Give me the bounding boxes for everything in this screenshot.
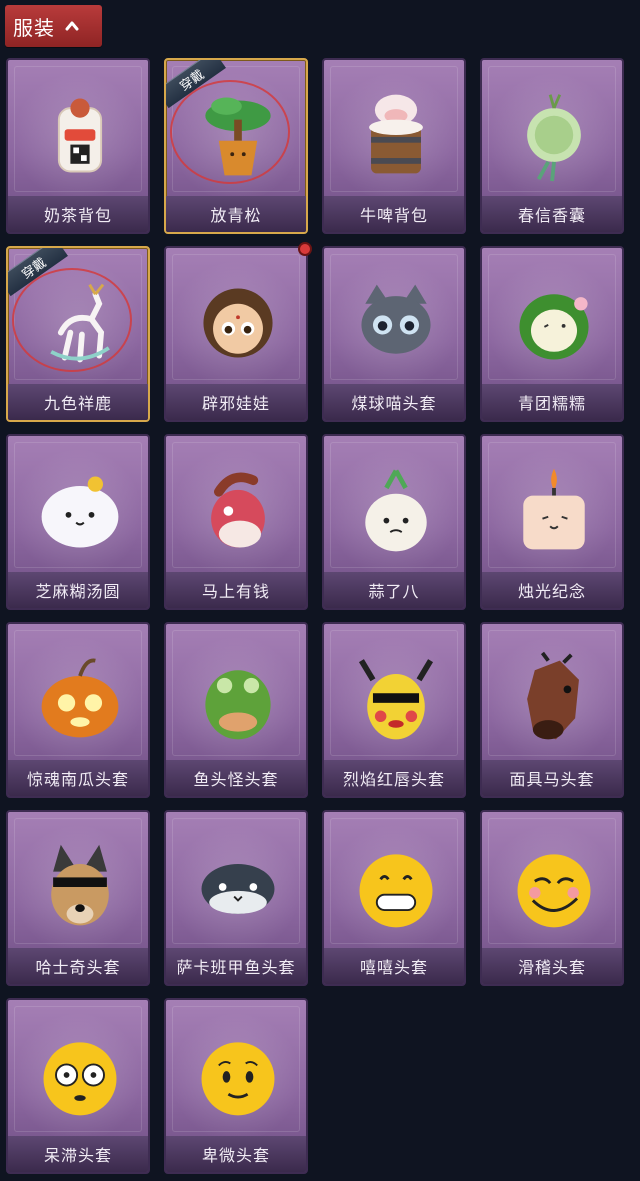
funny-emoji-head-icon: [502, 832, 606, 942]
costume-name: 蒜了八: [368, 582, 420, 601]
costume-card[interactable]: 煤球喵头套: [322, 246, 466, 422]
card-label-band: 蒜了八: [324, 572, 464, 608]
doll-head-icon: [186, 268, 290, 378]
costume-name: 哈士奇头套: [35, 958, 121, 977]
card-label-band: 面具马头套: [482, 760, 622, 796]
costume-name: 烛光纪念: [517, 582, 586, 601]
card-label-band: 嘻嘻头套: [324, 948, 464, 984]
costume-card[interactable]: 春信香囊: [480, 58, 624, 234]
card-label-band: 烈焰红唇头套: [324, 760, 464, 796]
costume-name: 鱼头怪头套: [193, 770, 279, 789]
yellow-mouse-head-icon: [344, 644, 448, 754]
costume-name: 煤球喵头套: [351, 394, 437, 413]
card-label-band: 芝麻糊汤圆: [8, 572, 148, 608]
pine-bonsai-icon: [186, 80, 290, 190]
costume-card[interactable]: 马上有钱: [164, 434, 308, 610]
costume-name: 牛啤背包: [359, 206, 428, 225]
costume-card[interactable]: 奶茶背包: [6, 58, 150, 234]
nine-color-deer-icon: [28, 268, 132, 378]
costume-name: 九色祥鹿: [43, 394, 112, 413]
costume-card[interactable]: 烛光纪念: [480, 434, 624, 610]
red-horse-head-icon: [186, 456, 290, 566]
costume-name: 卑微头套: [201, 1146, 270, 1165]
card-label-band: 煤球喵头套: [324, 384, 464, 420]
costume-card[interactable]: 面具马头套: [480, 622, 624, 798]
costume-name: 惊魂南瓜头套: [26, 770, 129, 789]
grin-emoji-head-icon: [344, 832, 448, 942]
card-label-band: 辟邪娃娃: [166, 384, 306, 420]
candle-head-icon: [502, 456, 606, 566]
card-label-band: 九色祥鹿: [8, 384, 148, 420]
card-label-band: 滑稽头套: [482, 948, 622, 984]
fish-head-icon: [186, 644, 290, 754]
costume-card[interactable]: 嘻嘻头套: [322, 810, 466, 986]
costume-card[interactable]: 烈焰红唇头套: [322, 622, 466, 798]
horse-mask-icon: [502, 644, 606, 754]
pumpkin-head-icon: [28, 644, 132, 754]
costume-card[interactable]: 蒜了八: [322, 434, 466, 610]
costume-name: 奶茶背包: [43, 206, 112, 225]
card-label-band: 卑微头套: [166, 1136, 306, 1172]
costume-name: 芝麻糊汤圆: [35, 582, 121, 601]
costume-card[interactable]: 滑稽头套: [480, 810, 624, 986]
costume-card[interactable]: 穿戴 放青松: [164, 58, 308, 234]
milk-tea-backpack-icon: [28, 80, 132, 190]
costume-card[interactable]: 哈士奇头套: [6, 810, 150, 986]
card-label-band: 牛啤背包: [324, 196, 464, 232]
card-label-band: 哈士奇头套: [8, 948, 148, 984]
cow-beer-backpack-icon: [344, 80, 448, 190]
costume-card[interactable]: 芝麻糊汤圆: [6, 434, 150, 610]
card-label-band: 奶茶背包: [8, 196, 148, 232]
costume-card[interactable]: 青团糯糯: [480, 246, 624, 422]
sesame-dumpling-icon: [28, 456, 132, 566]
card-label-band: 惊魂南瓜头套: [8, 760, 148, 796]
green-rice-ball-icon: [502, 268, 606, 378]
costume-name: 马上有钱: [201, 582, 270, 601]
humble-emoji-head-icon: [186, 1020, 290, 1130]
spring-sachet-icon: [502, 80, 606, 190]
costume-card[interactable]: 惊魂南瓜头套: [6, 622, 150, 798]
costume-name: 春信香囊: [517, 206, 586, 225]
costume-name: 呆滞头套: [43, 1146, 112, 1165]
costume-card[interactable]: 鱼头怪头套: [164, 622, 308, 798]
card-label-band: 春信香囊: [482, 196, 622, 232]
costume-card[interactable]: 萨卡班甲鱼头套: [164, 810, 308, 986]
card-label-band: 放青松: [166, 196, 306, 232]
card-label-band: 青团糯糯: [482, 384, 622, 420]
costume-name: 放青松: [210, 206, 262, 225]
costume-name: 滑稽头套: [517, 958, 586, 977]
husky-head-icon: [28, 832, 132, 942]
black-cat-head-icon: [344, 268, 448, 378]
dazed-emoji-head-icon: [28, 1020, 132, 1130]
costume-card[interactable]: 辟邪娃娃: [164, 246, 308, 422]
card-label-band: 马上有钱: [166, 572, 306, 608]
costume-card[interactable]: 卑微头套: [164, 998, 308, 1174]
costume-card[interactable]: 呆滞头套: [6, 998, 150, 1174]
card-label-band: 烛光纪念: [482, 572, 622, 608]
new-indicator-dot: [298, 242, 312, 256]
card-label-band: 呆滞头套: [8, 1136, 148, 1172]
costume-name: 烈焰红唇头套: [342, 770, 445, 789]
costume-name: 青团糯糯: [517, 394, 586, 413]
garlic-head-icon: [344, 456, 448, 566]
costume-name: 嘻嘻头套: [359, 958, 428, 977]
card-label-band: 鱼头怪头套: [166, 760, 306, 796]
card-label-band: 萨卡班甲鱼头套: [166, 948, 306, 984]
costume-card[interactable]: 牛啤背包: [322, 58, 466, 234]
costume-name: 辟邪娃娃: [201, 394, 270, 413]
armored-fish-head-icon: [186, 832, 290, 942]
costume-name: 萨卡班甲鱼头套: [176, 958, 296, 977]
costume-grid: 奶茶背包 穿戴 放青松牛啤背包 春信香囊穿戴 九色祥鹿辟邪娃娃 煤球喵头套 青团糯糯芝麻糊汤…: [0, 0, 640, 1181]
costume-name: 面具马头套: [509, 770, 595, 789]
costume-card[interactable]: 穿戴 九色祥鹿: [6, 246, 150, 422]
